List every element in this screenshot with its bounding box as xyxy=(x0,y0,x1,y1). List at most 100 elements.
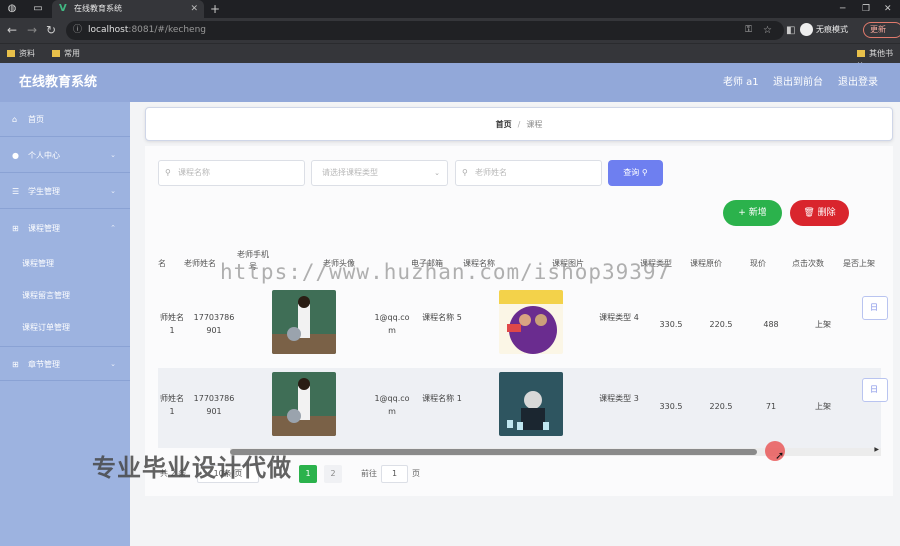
cell-course-name: 课程名称 5 xyxy=(422,313,462,322)
breadcrumb: 首页 / 课程 xyxy=(145,107,893,141)
trash-icon: 🗑 xyxy=(803,208,815,218)
sidebar-sub-course-comments[interactable]: 课程留言管理 xyxy=(0,280,130,312)
url-host: localhost xyxy=(88,25,129,35)
minimize-icon[interactable]: ─ xyxy=(840,0,845,18)
cell-clicks: 71 xyxy=(765,402,777,411)
update-button[interactable]: 更新 xyxy=(863,22,900,38)
cell-price: 220.5 xyxy=(709,402,733,411)
cell-clicks: 488 xyxy=(763,320,779,329)
browser-tab-active[interactable]: V 在线教育系统 ✕ xyxy=(52,0,204,18)
bookmark-folder-1[interactable]: 常用 xyxy=(52,47,80,60)
chevron-down-icon: ⌄ xyxy=(110,151,116,159)
chevron-down-icon: ⌄ xyxy=(110,187,116,195)
cell-orig-price: 330.5 xyxy=(659,402,683,411)
scroll-right-arrow-icon[interactable]: ▶ xyxy=(874,446,879,453)
close-window-icon[interactable]: ✕ xyxy=(884,0,892,18)
page-suffix: 页 xyxy=(412,469,420,478)
cell-status: 上架 xyxy=(815,320,831,329)
password-key-icon[interactable]: ⚿ xyxy=(745,21,752,40)
new-tab-icon[interactable]: + xyxy=(210,0,220,18)
caption-watermark: 专业毕业设计代做 xyxy=(92,454,292,482)
folder-icon xyxy=(857,50,865,57)
app-title: 在线教育系统 xyxy=(19,75,98,90)
chevron-down-icon: ⌄ xyxy=(110,360,116,368)
browser-address-bar: ← → ↻ ⓘ localhost:8081/#/kecheng ⚿ ☆ ◧ 无… xyxy=(0,18,900,43)
grid-icon: ⊞ xyxy=(12,360,19,369)
col-header-partial: 名 xyxy=(158,259,166,268)
home-icon: ⌂ xyxy=(12,115,18,124)
browser-tab-strip: ◍ ▭ V 在线教育系统 ✕ + ─ ❐ ✕ xyxy=(0,0,900,18)
back-icon[interactable]: ← xyxy=(7,23,17,37)
incognito-avatar-icon xyxy=(800,23,813,36)
chevron-down-icon: ⌄ xyxy=(434,169,440,177)
sidebar-item-students[interactable]: ☰ 学生管理 ⌄ xyxy=(0,174,130,209)
col-header-price: 现价 xyxy=(750,259,766,268)
course-name-search-input[interactable]: ⚲ 课程名称 xyxy=(158,160,305,186)
user-icon: ● xyxy=(12,151,19,160)
sidepanel-icon[interactable]: ◧ xyxy=(786,24,795,38)
vue-logo-icon: V xyxy=(59,3,67,14)
forward-icon[interactable]: → xyxy=(27,23,37,37)
tab-close-icon[interactable]: ✕ xyxy=(190,0,198,18)
url-field[interactable]: ⓘ localhost:8081/#/kecheng ⚿ ☆ xyxy=(66,21,784,40)
plus-icon: + xyxy=(738,208,746,218)
current-user: 老师 a1 xyxy=(723,77,759,88)
page-1-button[interactable]: 1 xyxy=(299,465,317,483)
search-icon: ⚲ xyxy=(641,168,648,177)
grid-icon: ⊞ xyxy=(12,224,19,233)
cell-status: 上架 xyxy=(815,402,831,411)
cell-price: 220.5 xyxy=(709,320,733,329)
sidebar-sub-course-orders[interactable]: 课程订单管理 xyxy=(0,312,130,344)
logout-link[interactable]: 退出登录 xyxy=(838,63,878,102)
browser-globe-icon[interactable]: ◍ xyxy=(6,3,18,15)
folder-icon xyxy=(7,50,15,57)
goto-page-input[interactable]: 1 xyxy=(381,465,408,483)
reload-icon[interactable]: ↻ xyxy=(46,23,56,37)
col-header-teacher-name: 老师姓名 xyxy=(184,259,216,268)
browser-tab-title: 在线教育系统 xyxy=(74,4,122,13)
site-info-icon[interactable]: ⓘ xyxy=(73,21,82,40)
cell-teacher-phone: 17703786901 xyxy=(193,313,235,335)
cell-email: 1@qq.com xyxy=(374,394,410,416)
delete-button[interactable]: 🗑 删除 xyxy=(790,200,849,226)
breadcrumb-home[interactable]: 首页 xyxy=(496,120,512,129)
col-header-on-shelf: 是否上架 xyxy=(843,259,875,268)
goto-label: 前往 xyxy=(361,469,377,478)
restore-icon[interactable]: ❐ xyxy=(862,0,870,18)
url-watermark: https://www.huzhan.com/ishop39397 xyxy=(220,260,671,284)
cell-teacher-name-partial: 师姓名 1 xyxy=(160,394,184,416)
cell-course-type: 课程类型 3 xyxy=(599,394,639,403)
col-header-orig-price: 课程原价 xyxy=(690,259,722,268)
row-action-button[interactable]: 日 xyxy=(862,378,888,402)
teacher-avatar-image xyxy=(272,372,336,436)
course-image xyxy=(499,372,563,436)
search-icon: ⚲ xyxy=(462,168,468,177)
sidebar-item-chapters[interactable]: ⊞ 章节管理 ⌄ xyxy=(0,346,130,381)
cell-course-name: 课程名称 1 xyxy=(422,394,462,403)
query-button[interactable]: 查询 ⚲ xyxy=(608,160,663,186)
browser-window-icon[interactable]: ▭ xyxy=(32,3,44,15)
list-icon: ☰ xyxy=(12,187,20,196)
sidebar-item-home[interactable]: ⌂ 首页 xyxy=(0,102,130,137)
sidebar-item-profile[interactable]: ● 个人中心 ⌄ xyxy=(0,138,130,173)
back-to-frontend-link[interactable]: 退出到前台 xyxy=(773,63,823,102)
sidebar-sub-course-manage[interactable]: 课程管理 xyxy=(0,248,130,280)
mouse-cursor-icon: ➚ xyxy=(775,449,785,462)
scrollbar-thumb[interactable] xyxy=(230,449,757,455)
col-header-clicks: 点击次数 xyxy=(792,259,824,268)
teacher-name-search-input[interactable]: ⚲ 老师姓名 xyxy=(455,160,602,186)
cell-course-type: 课程类型 4 xyxy=(599,313,639,322)
incognito-indicator[interactable]: 无痕模式 xyxy=(800,23,848,37)
folder-icon xyxy=(52,50,60,57)
sidebar-item-courses[interactable]: ⊞ 课程管理 ⌃ xyxy=(0,211,130,246)
course-type-select[interactable]: 请选择课程类型 ⌄ xyxy=(311,160,448,186)
search-icon: ⚲ xyxy=(165,168,171,177)
bookmark-folder-0[interactable]: 资料 xyxy=(7,47,35,60)
breadcrumb-separator: / xyxy=(517,120,521,129)
chevron-up-icon: ⌃ xyxy=(110,224,116,232)
teacher-avatar-image xyxy=(272,290,336,354)
add-button[interactable]: + 新增 xyxy=(723,200,782,226)
bookmark-star-icon[interactable]: ☆ xyxy=(763,21,772,40)
page-2-button[interactable]: 2 xyxy=(324,465,342,483)
row-action-button[interactable]: 日 xyxy=(862,296,888,320)
